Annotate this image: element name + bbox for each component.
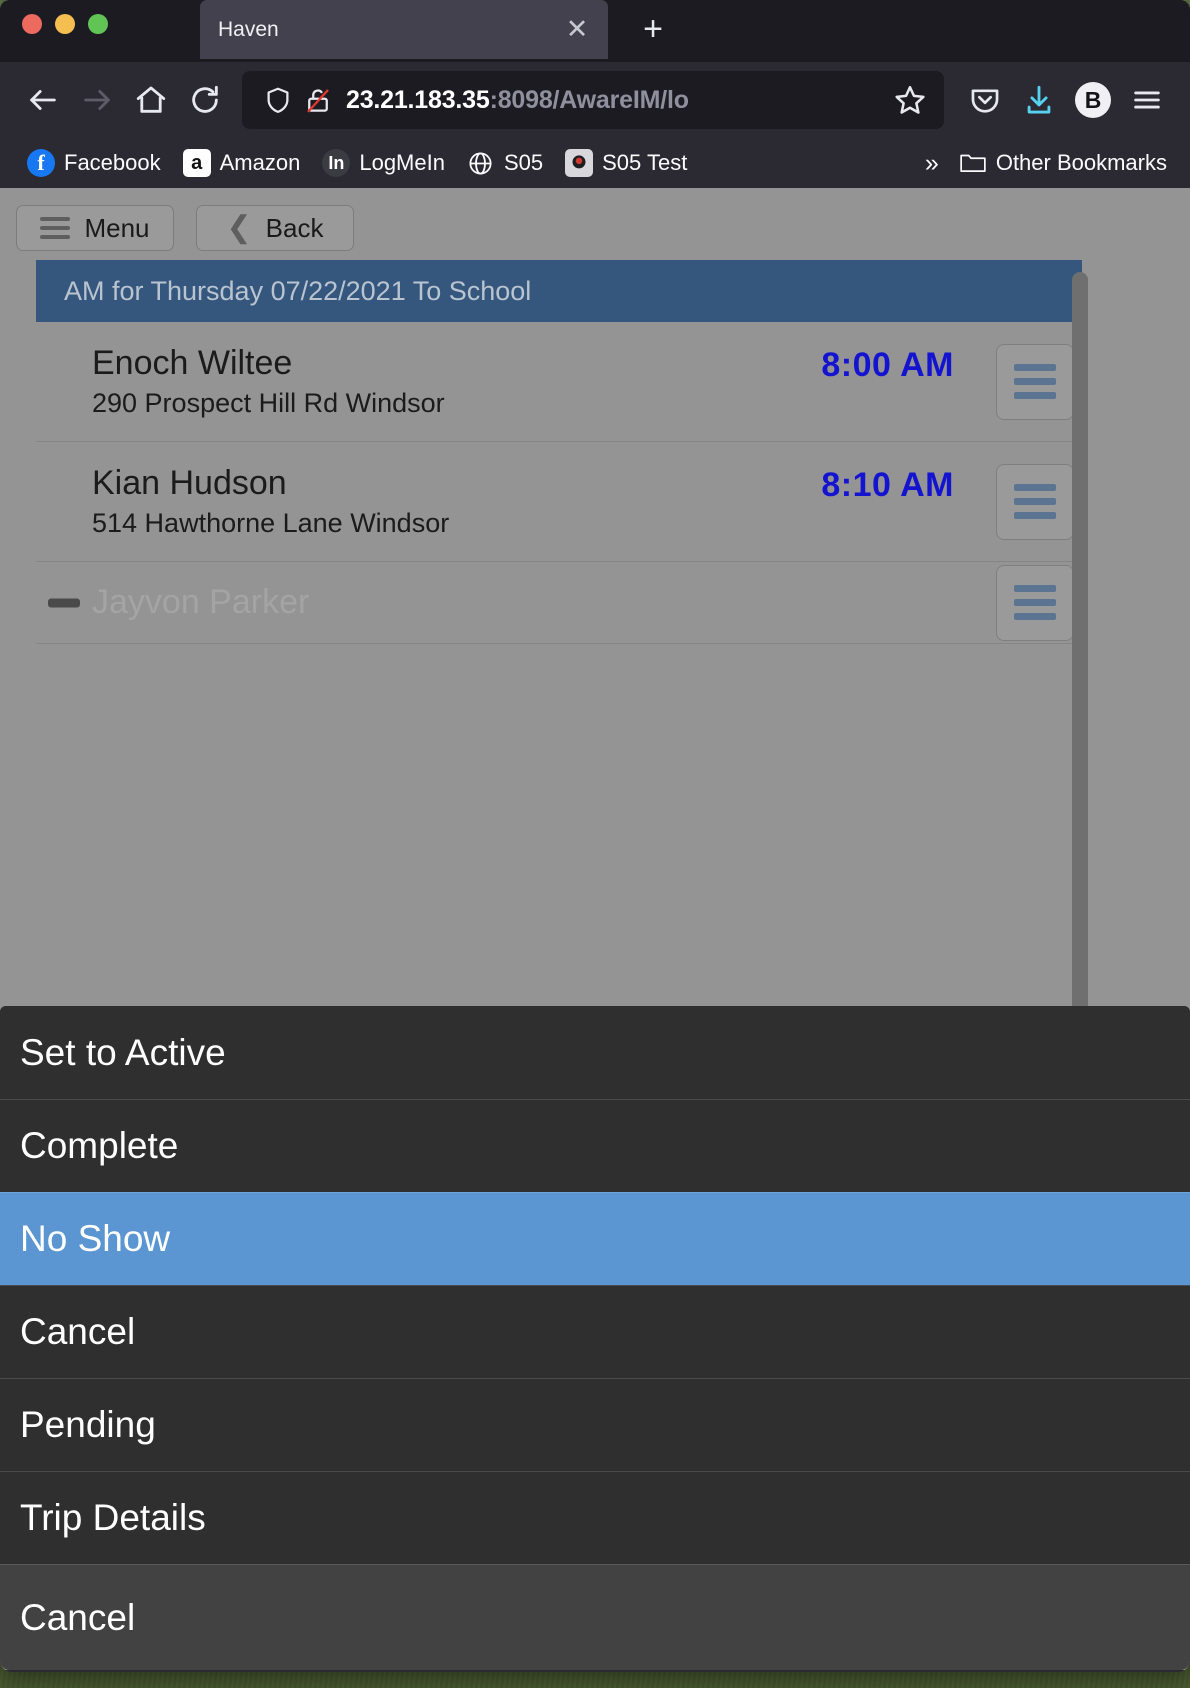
reload-icon: [192, 85, 218, 113]
logmein-icon: In: [322, 149, 351, 177]
back-arrow-icon: [30, 90, 56, 110]
action-set-to-active[interactable]: Set to Active: [0, 1006, 1190, 1099]
drag-handle-icon[interactable]: [996, 463, 1074, 540]
minimize-window-button[interactable]: [55, 14, 75, 34]
close-tab-icon[interactable]: ✕: [562, 16, 592, 43]
download-arrow-icon: [1027, 85, 1051, 114]
drag-handle-icon[interactable]: [996, 564, 1074, 641]
action-pending[interactable]: Pending: [0, 1378, 1190, 1471]
url-host: 23.21.183.35: [346, 85, 490, 114]
tab-title: Haven: [218, 17, 279, 41]
hamburger-menu-icon: [1134, 91, 1160, 109]
browser-tab[interactable]: Haven ✕: [200, 0, 608, 59]
globe-icon: [467, 149, 495, 177]
home-button[interactable]: [124, 73, 178, 127]
action-complete[interactable]: Complete: [0, 1099, 1190, 1192]
bookmark-s05-test[interactable]: S05 Test: [554, 145, 698, 181]
pickup-time: 8:00 AM: [821, 346, 954, 384]
other-bookmarks-label: Other Bookmarks: [995, 150, 1167, 175]
insecure-lock-icon[interactable]: [298, 85, 338, 115]
pocket-button[interactable]: [958, 73, 1012, 127]
facebook-icon: f: [27, 149, 55, 177]
chevron-left-icon: ❮: [226, 211, 252, 244]
bookmark-logmein[interactable]: In LogMeIn: [311, 145, 456, 181]
other-bookmarks-folder[interactable]: Other Bookmarks: [948, 145, 1178, 181]
pocket-icon: [971, 89, 999, 113]
bookmark-label: LogMeIn: [359, 150, 445, 175]
app-menu-button[interactable]: [1120, 73, 1174, 127]
amazon-icon: a: [182, 149, 211, 177]
app-toolbar: Menu ❮ Back: [0, 188, 1190, 260]
bookmark-star-icon[interactable]: [886, 83, 934, 117]
downloads-button[interactable]: [1012, 73, 1066, 127]
trip-list: Enoch Wiltee 290 Prospect Hill Rd Windso…: [36, 322, 1082, 644]
account-button[interactable]: B: [1066, 73, 1120, 127]
bookmark-facebook[interactable]: f Facebook: [16, 145, 172, 181]
rider-address: 514 Hawthorne Lane Windsor: [92, 508, 450, 539]
table-row[interactable]: Enoch Wiltee 290 Prospect Hill Rd Windso…: [36, 322, 1082, 442]
browser-navigation-toolbar: 23.21.183.35:8098/AwareIM/lo B: [0, 62, 1190, 138]
app-menu-button[interactable]: Menu: [16, 205, 174, 251]
address-bar[interactable]: 23.21.183.35:8098/AwareIM/lo: [242, 71, 944, 129]
close-window-button[interactable]: [22, 14, 42, 34]
bookmarks-bar: f Facebook a Amazon In LogMeIn S05 S05 T…: [0, 138, 1190, 188]
bookmarks-overflow-button[interactable]: »: [913, 149, 948, 178]
rider-address: 290 Prospect Hill Rd Windsor: [92, 388, 445, 419]
home-icon: [136, 86, 166, 113]
reload-button[interactable]: [178, 73, 232, 127]
tracking-protection-shield-icon[interactable]: [258, 85, 298, 115]
action-no-show[interactable]: No Show: [0, 1192, 1190, 1285]
browser-tab-strip: Haven ✕ +: [0, 0, 1190, 62]
bookmark-label: Facebook: [64, 150, 161, 175]
rider-name: Jayvon Parker: [92, 583, 310, 622]
bookmark-label: Amazon: [219, 150, 301, 175]
bookmark-s05[interactable]: S05: [456, 145, 554, 181]
bookmark-label: S05: [503, 150, 544, 175]
hamburger-icon: [40, 217, 71, 239]
forward-button[interactable]: [70, 73, 124, 127]
action-trip-details[interactable]: Trip Details: [0, 1471, 1190, 1564]
forward-arrow-icon: [84, 90, 110, 110]
drag-handle-icon[interactable]: [996, 343, 1074, 420]
action-dismiss-cancel[interactable]: Cancel: [0, 1564, 1190, 1670]
new-tab-button[interactable]: +: [632, 8, 674, 50]
table-row[interactable]: Jayvon Parker: [36, 562, 1082, 644]
s05-test-icon: [565, 149, 594, 177]
browser-window: Haven ✕ + 23.21.183.35:8098/AwareIM/lo B…: [0, 0, 1190, 1672]
minus-icon: [48, 598, 80, 607]
app-back-button[interactable]: ❮ Back: [196, 205, 354, 251]
action-sheet: Set to Active Complete No Show Cancel Pe…: [0, 1006, 1190, 1670]
maximize-window-button[interactable]: [88, 14, 108, 34]
url-text: 23.21.183.35:8098/AwareIM/lo: [346, 86, 886, 115]
list-header-label: AM for Thursday 07/22/2021 To School: [64, 275, 532, 306]
action-cancel[interactable]: Cancel: [0, 1285, 1190, 1378]
app-menu-label: Menu: [84, 212, 150, 243]
app-back-label: Back: [265, 212, 324, 243]
back-button[interactable]: [16, 73, 70, 127]
folder-icon: [959, 149, 987, 177]
web-page-viewport: Menu ❮ Back AM for Thursday 07/22/2021 T…: [0, 188, 1190, 1670]
bookmark-amazon[interactable]: a Amazon: [172, 145, 312, 181]
account-avatar: B: [1075, 82, 1111, 118]
list-header: AM for Thursday 07/22/2021 To School: [36, 260, 1082, 322]
url-path: :8098/AwareIM/lo: [489, 85, 689, 114]
bookmark-label: S05 Test: [602, 150, 688, 175]
pickup-time: 8:10 AM: [821, 466, 954, 504]
window-traffic-lights: [22, 14, 108, 34]
table-row[interactable]: Kian Hudson 514 Hawthorne Lane Windsor 8…: [36, 442, 1082, 562]
